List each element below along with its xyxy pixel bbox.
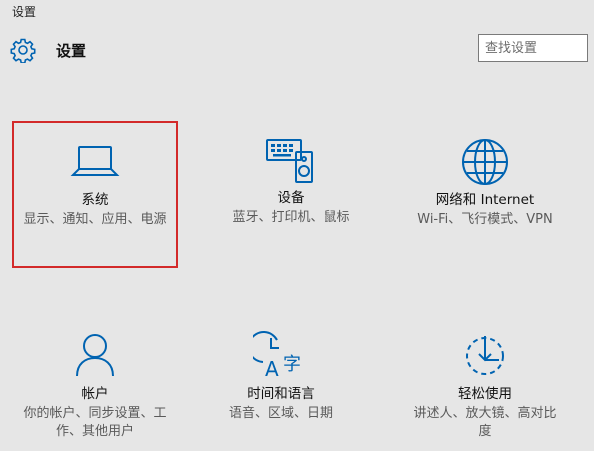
tile-desc: 语音、区域、日期 <box>228 406 333 421</box>
tile-desc: 蓝牙、打印机、鼠标 <box>232 210 350 225</box>
tile-desc: 讲述人、放大镜、高对比度 <box>413 406 557 439</box>
settings-header: 设置 <box>10 36 86 64</box>
tile-network-internet[interactable]: 网络和 Internet Wi-Fi、飞行模式、VPN <box>404 136 566 229</box>
devices-icon <box>266 139 313 183</box>
tile-desc: 你的帐户、同步设置、工作、其他用户 <box>23 406 167 439</box>
time-language-icon: A 字 <box>253 331 301 378</box>
tile-desc: Wi-Fi、飞行模式、VPN <box>417 212 553 227</box>
tile-system[interactable]: 系统 显示、通知、应用、电源 <box>14 140 176 229</box>
tile-name: 网络和 Internet <box>435 192 535 208</box>
gear-icon <box>10 38 36 63</box>
svg-text:字: 字 <box>283 354 301 375</box>
tile-desc: 显示、通知、应用、电源 <box>23 212 167 227</box>
page-title: 设置 <box>56 41 87 60</box>
search-input[interactable] <box>479 35 587 61</box>
window-title: 设置 <box>12 5 37 19</box>
tile-devices[interactable]: 设备 蓝牙、打印机、鼠标 <box>210 136 372 227</box>
laptop-icon <box>70 146 120 176</box>
tile-name: 系统 <box>81 192 109 208</box>
svg-text:A: A <box>265 357 279 378</box>
tile-name: 时间和语言 <box>247 386 315 402</box>
ease-of-access-icon <box>466 336 504 375</box>
tile-name: 帐户 <box>81 386 109 402</box>
globe-icon <box>462 139 508 185</box>
tile-accounts[interactable]: 帐户 你的帐户、同步设置、工作、其他用户 <box>14 330 176 441</box>
tile-name: 轻松使用 <box>458 386 512 402</box>
tile-name: 设备 <box>277 190 305 206</box>
person-icon <box>76 334 114 377</box>
tile-ease-of-access[interactable]: 轻松使用 讲述人、放大镜、高对比度 <box>404 330 566 441</box>
tile-time-language[interactable]: A 字 时间和语言 语音、区域、日期 <box>200 330 362 423</box>
search-box[interactable] <box>478 34 588 62</box>
